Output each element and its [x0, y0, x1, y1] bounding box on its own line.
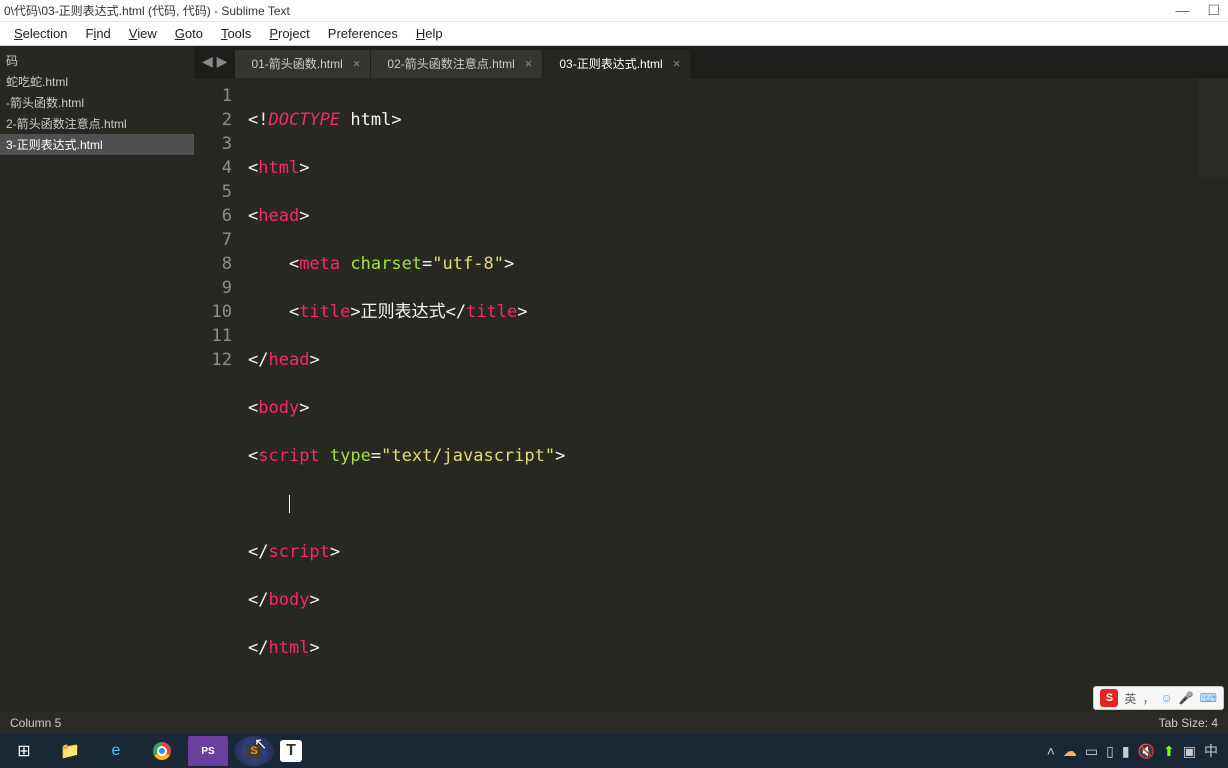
status-column: Column 5	[10, 716, 61, 730]
menu-help[interactable]: Help	[408, 24, 451, 43]
chevron-up-icon[interactable]: ˄	[1047, 743, 1055, 759]
tab-nav-arrows[interactable]: ◀ ▶	[194, 53, 235, 70]
system-tray: ˄ ☁ ▭ ▯ ▮ 🔇 ⬆ ▣ 中	[1047, 741, 1224, 761]
minimize-button[interactable]: —	[1175, 2, 1189, 19]
maximize-button[interactable]: ☐	[1207, 2, 1220, 19]
tab-file-3-active[interactable]: 03-正则表达式.html ×	[543, 50, 691, 78]
status-bar: Column 5 Tab Size: 4	[0, 712, 1228, 734]
chrome-icon[interactable]	[142, 736, 182, 766]
close-icon[interactable]: ×	[673, 56, 681, 71]
mic-icon[interactable]: 🎤	[1179, 691, 1194, 705]
code-editor[interactable]: 123456789101112 <!DOCTYPE html> <html> <…	[194, 78, 1228, 712]
menu-find[interactable]: Find	[77, 24, 118, 43]
sync-icon[interactable]: ⬆	[1163, 743, 1175, 760]
menu-goto[interactable]: Goto	[167, 24, 211, 43]
minimap[interactable]	[1198, 78, 1228, 178]
battery-icon[interactable]: ▮	[1122, 743, 1130, 760]
status-tabsize[interactable]: Tab Size: 4	[1159, 716, 1218, 730]
start-button[interactable]: ⊞	[4, 736, 44, 766]
file-sidebar: 码 蛇吃蛇.html -箭头函数.html 2-箭头函数注意点.html 3-正…	[0, 46, 194, 712]
sublime-icon[interactable]: S↖	[234, 736, 274, 766]
sidebar-file-active[interactable]: 3-正则表达式.html	[0, 134, 194, 155]
tab-file-1[interactable]: 01-箭头函数.html ×	[235, 50, 371, 78]
menu-bar: Selection Find View Goto Tools Project P…	[0, 22, 1228, 46]
menu-tools[interactable]: Tools	[213, 24, 259, 43]
sogou-icon[interactable]: S	[1100, 689, 1118, 707]
ime-comma[interactable]: ，	[1142, 690, 1154, 707]
tab-label: 02-箭头函数注意点.html	[387, 55, 514, 72]
tray-icon[interactable]: ▣	[1183, 743, 1196, 760]
window-title: 0\代码\03-正则表达式.html (代码, 代码) - Sublime Te…	[4, 2, 1175, 19]
editor-area: ◀ ▶ 01-箭头函数.html × 02-箭头函数注意点.html × 03-…	[194, 46, 1228, 712]
tab-label: 01-箭头函数.html	[251, 55, 342, 72]
ime-lang-indicator[interactable]: 中	[1204, 741, 1218, 761]
sidebar-folder[interactable]: 码	[0, 50, 194, 71]
keyboard-icon[interactable]: ⌨	[1200, 691, 1217, 705]
ime-lang[interactable]: 英	[1124, 690, 1136, 707]
tab-bar: ◀ ▶ 01-箭头函数.html × 02-箭头函数注意点.html × 03-…	[194, 46, 1228, 78]
tab-label: 03-正则表达式.html	[559, 55, 662, 72]
tab-file-2[interactable]: 02-箭头函数注意点.html ×	[371, 50, 543, 78]
edge-icon[interactable]: e	[96, 736, 136, 766]
sidebar-file[interactable]: 蛇吃蛇.html	[0, 71, 194, 92]
menu-view[interactable]: View	[121, 24, 165, 43]
volume-icon[interactable]: 🔇	[1138, 743, 1155, 760]
menu-selection[interactable]: Selection	[6, 24, 75, 43]
phpstorm-icon[interactable]: PS	[188, 736, 228, 766]
menu-preferences[interactable]: Preferences	[320, 24, 406, 43]
close-icon[interactable]: ×	[525, 56, 533, 71]
smiley-icon[interactable]: ☺	[1160, 691, 1172, 705]
text-cursor	[289, 495, 290, 513]
network-icon[interactable]: ▭	[1085, 743, 1098, 760]
menu-project[interactable]: Project	[261, 24, 317, 43]
file-explorer-icon[interactable]: 📁	[50, 736, 90, 766]
code-content[interactable]: <!DOCTYPE html> <html> <head> <meta char…	[244, 78, 1228, 712]
tray-icon[interactable]: ▯	[1106, 743, 1114, 760]
line-gutter: 123456789101112	[194, 78, 244, 712]
windows-taskbar: ⊞ 📁 e PS S↖ T ˄ ☁ ▭ ▯ ▮ 🔇 ⬆ ▣ 中	[0, 734, 1228, 768]
close-icon[interactable]: ×	[353, 56, 361, 71]
ime-toolbar[interactable]: S 英 ， ☺ 🎤 ⌨	[1093, 686, 1224, 710]
cloud-icon[interactable]: ☁	[1063, 743, 1077, 760]
sidebar-file[interactable]: -箭头函数.html	[0, 92, 194, 113]
window-titlebar: 0\代码\03-正则表达式.html (代码, 代码) - Sublime Te…	[0, 0, 1228, 22]
sidebar-file[interactable]: 2-箭头函数注意点.html	[0, 113, 194, 134]
text-app-icon[interactable]: T	[280, 740, 302, 762]
